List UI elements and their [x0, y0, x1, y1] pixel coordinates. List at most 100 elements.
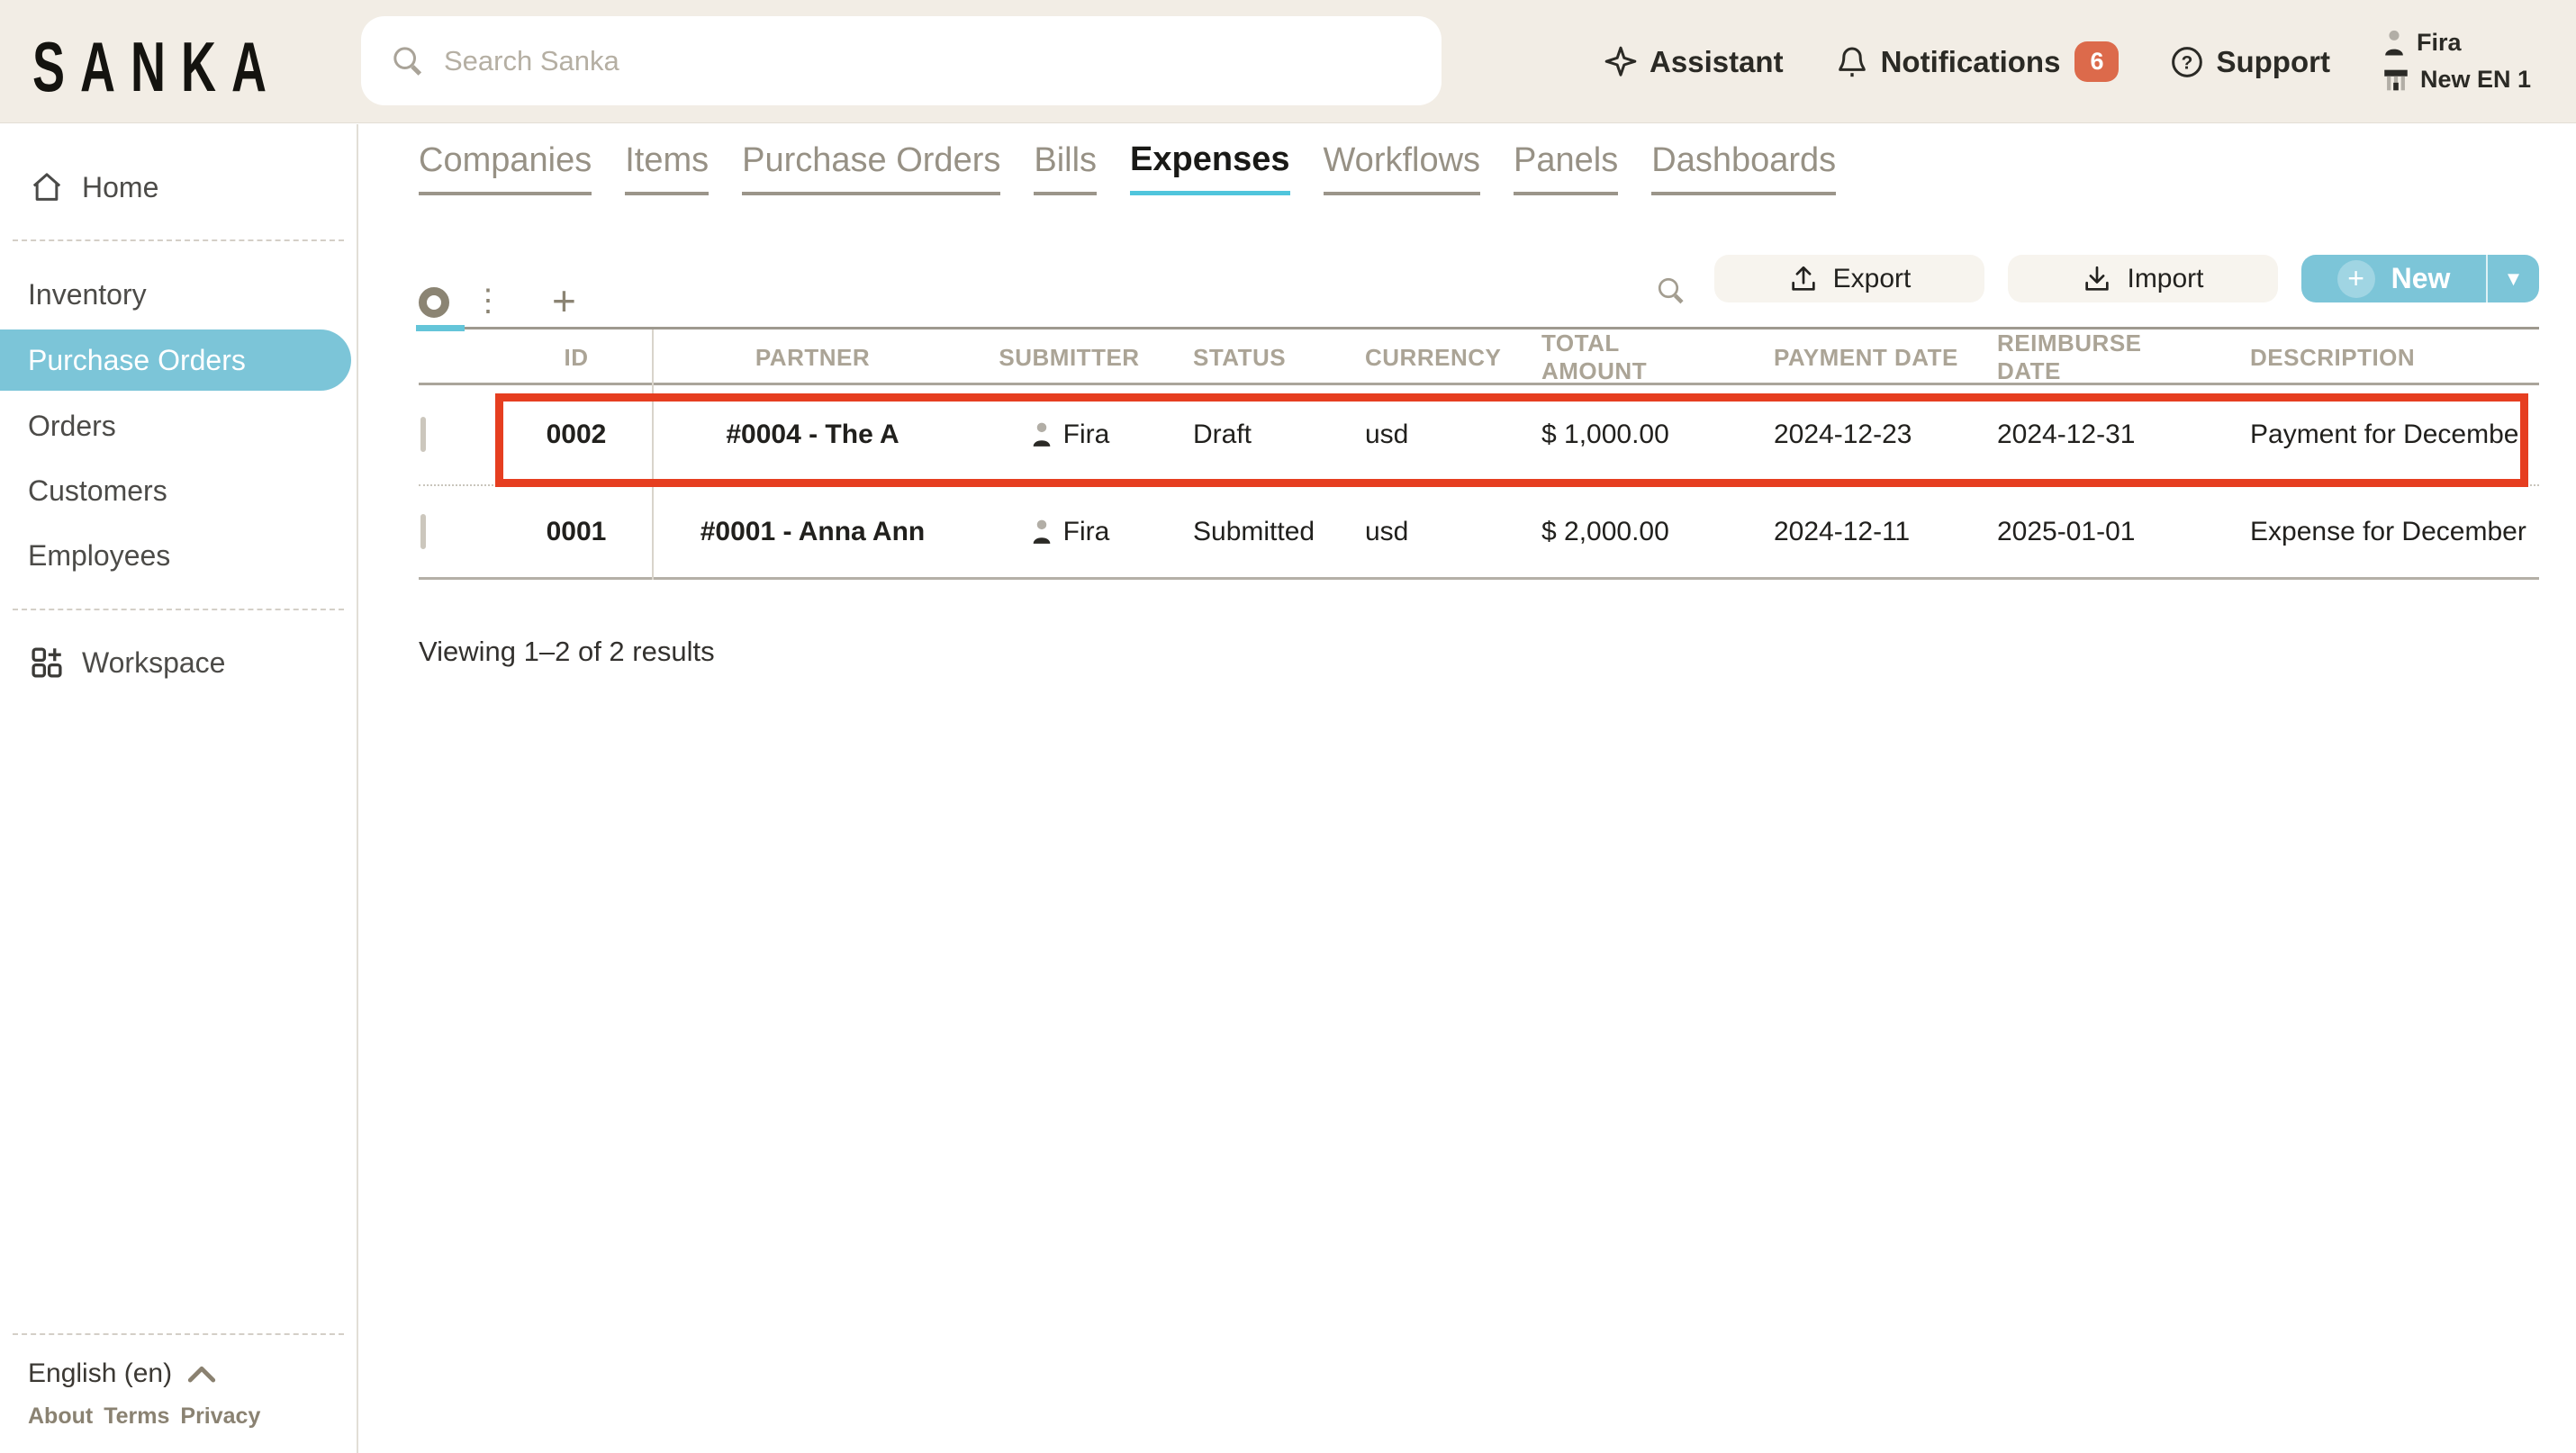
- cell-partner: #0004 - The A: [726, 420, 899, 450]
- support-label: Support: [2216, 45, 2329, 79]
- sidebar: Home Inventory Purchase Orders Orders Cu…: [0, 124, 358, 1453]
- new-dropdown-button[interactable]: ▼: [2486, 255, 2539, 302]
- sidebar-item-purchase-orders[interactable]: Purchase Orders: [0, 329, 351, 391]
- privacy-link[interactable]: Privacy: [180, 1403, 260, 1430]
- sidebar-item-orders[interactable]: Orders: [0, 396, 357, 456]
- support-button[interactable]: ? Support: [2169, 44, 2329, 80]
- notification-count-badge: 6: [2074, 41, 2119, 82]
- sidebar-footer: English (en) About Terms Privacy: [0, 1310, 357, 1453]
- cell-total-amount: $ 1,000.00: [1531, 420, 1715, 450]
- row-checkbox[interactable]: [420, 417, 426, 452]
- app-logo[interactable]: SANKA: [32, 27, 282, 108]
- cell-reimburse-date: 2025-01-01: [1958, 517, 2210, 547]
- storefront-icon: [2381, 65, 2411, 95]
- topbar-right: Assistant Notifications 6 ? Support: [1603, 0, 2576, 123]
- divider: [13, 609, 344, 610]
- search-icon: [390, 43, 426, 79]
- tab-expenses[interactable]: Expenses: [1130, 140, 1289, 195]
- export-button[interactable]: Export: [1714, 255, 1984, 302]
- tab-panels[interactable]: Panels: [1514, 141, 1618, 195]
- cell-status: Submitted: [1166, 517, 1360, 547]
- user-menu[interactable]: Fira New EN 1: [2381, 29, 2531, 95]
- cell-reimburse-date: 2024-12-31: [1958, 420, 2210, 450]
- results-count: Viewing 1–2 of 2 results: [419, 636, 2539, 668]
- expenses-table: ID PARTNER SUBMITTER STATUS CURRENCY TOT…: [419, 329, 2539, 580]
- tab-companies[interactable]: Companies: [419, 141, 592, 195]
- svg-text:?: ?: [2182, 52, 2193, 73]
- header-status: STATUS: [1166, 344, 1360, 372]
- global-search: [361, 16, 1442, 105]
- table-search-icon[interactable]: [1655, 275, 1687, 307]
- table-header: ID PARTNER SUBMITTER STATUS CURRENCY TOT…: [419, 329, 2539, 385]
- header-submitter: SUBMITTER: [999, 344, 1139, 372]
- sidebar-item-employees[interactable]: Employees: [0, 526, 357, 585]
- language-selector[interactable]: English (en): [0, 1358, 357, 1389]
- cell-submitter: Fira: [1029, 517, 1110, 547]
- user-row: Fira: [2381, 29, 2531, 58]
- sidebar-item-home[interactable]: Home: [0, 158, 357, 216]
- tab-dashboards[interactable]: Dashboards: [1651, 141, 1836, 195]
- header-reimburse-date: REIMBURSE DATE: [1958, 329, 2210, 385]
- view-controls: ⋮ +: [419, 255, 576, 327]
- user-name: Fira: [2417, 29, 2462, 57]
- table-row[interactable]: 0002 #0004 - The A Fira Draft usd $ 1,00…: [419, 385, 2539, 486]
- cell-payment-date: 2024-12-23: [1715, 420, 1958, 450]
- new-label: New: [2391, 262, 2451, 295]
- sidebar-item-label: Home: [82, 171, 158, 204]
- tab-bills[interactable]: Bills: [1034, 141, 1097, 195]
- row-checkbox[interactable]: [420, 514, 426, 549]
- new-button[interactable]: + New: [2301, 255, 2486, 302]
- main-content: Companies Items Purchase Orders Bills Ex…: [360, 124, 2576, 1453]
- tab-items[interactable]: Items: [625, 141, 709, 195]
- view-circle-icon[interactable]: [419, 287, 449, 318]
- cell-total-amount: $ 2,000.00: [1531, 517, 1715, 547]
- submitter-name: Fira: [1063, 420, 1110, 450]
- cell-currency: usd: [1360, 517, 1531, 547]
- notifications-button[interactable]: Notifications 6: [1834, 41, 2120, 82]
- plus-icon: +: [2337, 260, 2375, 298]
- sidebar-item-inventory[interactable]: Inventory: [0, 265, 357, 324]
- wand-sparkle-icon: [1603, 44, 1639, 80]
- header-total-amount: TOTAL AMOUNT: [1531, 329, 1715, 385]
- cell-description: Expense for December: [2210, 517, 2539, 547]
- column-divider: [652, 329, 654, 580]
- table-toolbar: ⋮ + Export: [419, 255, 2539, 329]
- export-label: Export: [1833, 264, 1912, 294]
- cell-status: Draft: [1166, 420, 1360, 450]
- cell-id: 0001: [547, 517, 607, 547]
- sidebar-item-workspace[interactable]: Workspace: [0, 634, 357, 691]
- tab-workflows[interactable]: Workflows: [1324, 141, 1481, 195]
- language-label: English (en): [28, 1358, 172, 1389]
- add-view-icon[interactable]: +: [552, 284, 576, 318]
- header-description: DESCRIPTION: [2210, 344, 2539, 372]
- notifications-label: Notifications: [1881, 45, 2061, 79]
- about-link[interactable]: About: [28, 1403, 93, 1430]
- terms-link[interactable]: Terms: [104, 1403, 169, 1430]
- cell-id: 0002: [547, 420, 607, 450]
- header-payment-date: PAYMENT DATE: [1715, 344, 1958, 372]
- question-circle-icon: ?: [2169, 44, 2205, 80]
- search-input[interactable]: [361, 16, 1442, 105]
- assistant-button[interactable]: Assistant: [1603, 44, 1784, 80]
- sidebar-item-customers[interactable]: Customers: [0, 461, 357, 520]
- person-icon: [1029, 420, 1054, 449]
- kebab-menu-icon[interactable]: ⋮: [473, 285, 503, 318]
- chevron-up-icon: [186, 1362, 217, 1385]
- import-button[interactable]: Import: [2008, 255, 2278, 302]
- person-icon: [1029, 518, 1054, 546]
- import-label: Import: [2127, 264, 2203, 294]
- bell-icon: [1834, 44, 1870, 80]
- cell-description: Payment for December: [2210, 420, 2539, 450]
- header-currency: CURRENCY: [1360, 344, 1531, 372]
- tab-purchase-orders[interactable]: Purchase Orders: [742, 141, 1000, 195]
- table-row[interactable]: 0001 #0001 - Anna Ann Fira Submitted usd…: [419, 486, 2539, 580]
- new-button-group: + New ▼: [2301, 255, 2539, 302]
- upload-icon: [1788, 264, 1819, 294]
- tab-bar: Companies Items Purchase Orders Bills Ex…: [419, 140, 2539, 195]
- divider: [13, 1333, 344, 1335]
- download-icon: [2082, 264, 2112, 294]
- header-partner: PARTNER: [755, 344, 870, 372]
- cell-partner: #0001 - Anna Ann: [700, 517, 926, 547]
- cell-currency: usd: [1360, 420, 1531, 450]
- cell-submitter: Fira: [1029, 420, 1110, 450]
